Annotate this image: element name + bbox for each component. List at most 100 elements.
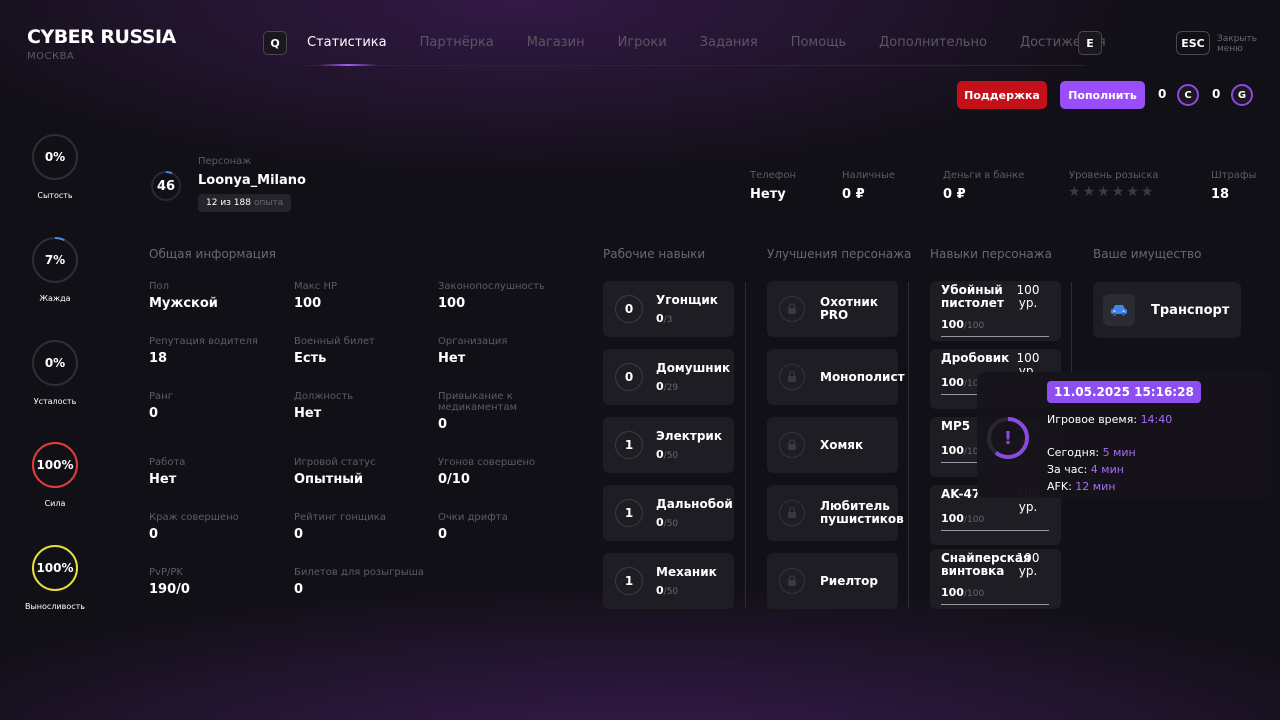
today-row: Сегодня: 5 мин [1047, 446, 1136, 459]
skill-price: 100 ур. [1016, 551, 1040, 578]
column-divider [1071, 282, 1072, 372]
info-label: Игровой статус [294, 457, 376, 468]
property-card-transport[interactable]: Транспорт [1093, 282, 1241, 338]
tab-shop[interactable]: Магазин [527, 35, 585, 50]
character-skill-card[interactable]: Снайперская винтовка 100 ур. 100/100 [930, 549, 1061, 609]
progress-max: /50 [663, 451, 679, 461]
next-tab-key[interactable]: E [1078, 31, 1102, 55]
upgrade-card[interactable]: Охотник PRO [767, 281, 898, 337]
upgrade-card[interactable]: Монополист [767, 349, 905, 405]
afk-row: AFK: 12 мин [1047, 480, 1115, 493]
main-nav: Статистика Партнёрка Магазин Игроки Зада… [307, 35, 1139, 50]
info-value: Мужской [149, 296, 218, 311]
info-field: Репутация водителя 18 [149, 336, 279, 366]
progress-value: 0 [656, 312, 664, 325]
info-field: Ранг 0 [149, 391, 279, 421]
need-value: 100% [36, 458, 74, 472]
lock-icon [779, 500, 805, 526]
need-ring: 0% [31, 133, 79, 181]
info-field: Очки дрифта 0 [438, 512, 568, 542]
topup-button[interactable]: Пополнить [1060, 81, 1145, 109]
prev-tab-key[interactable]: Q [263, 31, 287, 55]
need-ring: 100% [31, 544, 79, 592]
section-general: Общая информация [149, 247, 276, 261]
need-ring: 0% [31, 339, 79, 387]
info-value: 190/0 [149, 582, 190, 597]
character-label: Персонаж [198, 156, 252, 167]
tab-tasks[interactable]: Задания [700, 35, 758, 50]
info-field: Макс HP 100 [294, 281, 424, 311]
need-value: 7% [44, 253, 66, 267]
tab-statistics[interactable]: Статистика [307, 35, 387, 50]
progress-max: /3 [663, 315, 673, 325]
info-label: PvP/PK [149, 567, 183, 578]
upgrade-card[interactable]: Хомяк [767, 417, 898, 473]
info-field: Игровой статус Опытный [294, 457, 424, 487]
info-field: Законопослушность 100 [438, 281, 568, 311]
today-label: Сегодня: [1047, 446, 1100, 459]
character-skill-card[interactable]: Убойный пистолет 100 ур. 100/100 [930, 281, 1061, 341]
upgrade-name: Хомяк [820, 437, 864, 452]
info-field: PvP/PK 190/0 [149, 567, 279, 597]
fines-value: 18 [1211, 187, 1230, 202]
skill-level-badge: 1 [615, 431, 643, 459]
progress-max: /50 [663, 519, 679, 529]
work-skill-card[interactable]: 1 Дальнобой 0/50 [603, 485, 734, 541]
skill-progress: 0/50 [656, 584, 678, 597]
need-label: Усталость [33, 397, 77, 406]
info-value: Опытный [294, 472, 364, 487]
info-label: Рейтинг гонщика [294, 512, 386, 523]
work-skill-card[interactable]: 0 Домушник 0/29 [603, 349, 734, 405]
star-icon: ★ [1111, 184, 1127, 200]
hour-label: За час: [1047, 463, 1088, 476]
info-label: Очки дрифта [438, 512, 508, 523]
support-button[interactable]: Поддержка [957, 81, 1047, 109]
upgrade-name: Монополист [820, 369, 905, 384]
tab-players[interactable]: Игроки [618, 35, 667, 50]
need-value: 0% [44, 150, 66, 164]
skill-underline [941, 530, 1049, 531]
info-value: 0 [149, 406, 159, 421]
tab-help[interactable]: Помощь [791, 35, 846, 50]
coin1-amount: 0 [1158, 87, 1167, 101]
info-value: 0 [438, 527, 448, 542]
work-skill-card[interactable]: 1 Механик 0/50 [603, 553, 734, 609]
level-value: 46 [156, 178, 176, 194]
city-label: МОСКВА [27, 51, 75, 62]
upgrade-name: Риелтор [820, 573, 878, 588]
info-field: Организация Нет [438, 336, 568, 366]
skill-name: Дальнобой [656, 497, 733, 511]
tab-additional[interactable]: Дополнительно [879, 35, 987, 50]
need-ring: 7% [31, 236, 79, 284]
info-field: Рейтинг гонщика 0 [294, 512, 424, 542]
esc-key[interactable]: ESC [1176, 31, 1210, 55]
info-label: Ранг [149, 391, 173, 402]
bank-value: 0 ₽ [943, 187, 966, 202]
tab-partner[interactable]: Партнёрка [420, 35, 494, 50]
afk-value: 12 мин [1075, 480, 1116, 493]
coin-g-icon: G [1231, 84, 1253, 106]
info-field: Привыкание к медикаментам 0 [438, 391, 568, 432]
playtime-tooltip: 11.05.2025 15:16:28 ! Игровое время: 14:… [977, 372, 1273, 498]
info-label: Пол [149, 281, 170, 292]
upgrade-card[interactable]: Риелтор [767, 553, 898, 609]
column-divider [745, 282, 746, 608]
info-label: Угонов совершено [438, 457, 536, 468]
upgrade-card[interactable]: Любитель пушистиков [767, 485, 904, 541]
lock-icon [779, 364, 805, 390]
skill-underline [941, 604, 1049, 605]
work-skill-card[interactable]: 1 Электрик 0/50 [603, 417, 734, 473]
close-menu-label[interactable]: Закрыть меню [1217, 34, 1257, 54]
progress-value: 0 [656, 448, 664, 461]
coin2-amount: 0 [1212, 87, 1221, 101]
afk-label: AFK: [1047, 480, 1072, 493]
active-tab-indicator [318, 64, 378, 66]
value-current: 100 [941, 444, 964, 457]
skill-name: Домушник [656, 361, 731, 375]
progress-value: 0 [656, 584, 664, 597]
work-skill-card[interactable]: 0 Угонщик 0/3 [603, 281, 734, 337]
need-label: Жажда [39, 294, 71, 303]
section-property: Ваше имущество [1093, 247, 1202, 261]
skill-name: Угонщик [656, 293, 718, 307]
playtime-row: Игровое время: 14:40 [1047, 413, 1172, 426]
